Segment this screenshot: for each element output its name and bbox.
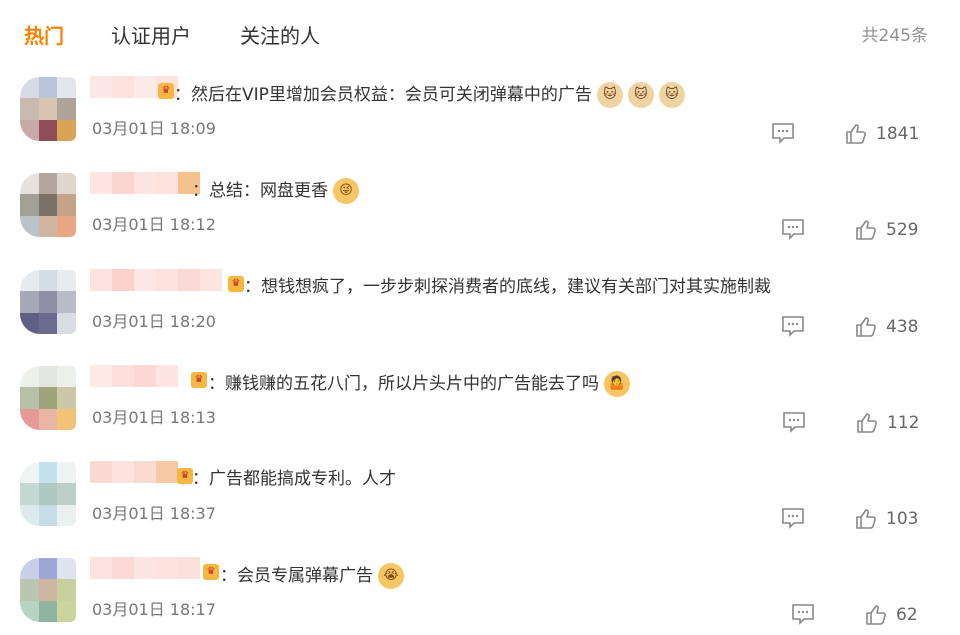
shrug-face-icon: 🤷 [604,371,630,397]
thumbs-up-icon [846,124,866,144]
comment-item: ♛ ：赚钱赚的五花八门，所以片头片中的广告能去了吗 🤷 03月01日 18:13… [0,361,960,457]
thumbs-up-icon [856,220,876,240]
comment-text: ：然后在VIP里增加会员权益：会员可关闭弹幕中的广告 🐱 🐱 🐱 [174,82,685,108]
comment-text: ：想钱想疯了，一步步刺探消费者的底线，建议有关部门对其实施制裁 [244,275,771,299]
comment-time: 03月01日 18:37 [92,504,216,523]
comment-content: ：然后在VIP里增加会员权益：会员可关闭弹幕中的广告 [174,85,592,105]
comment-text: ：赚钱赚的五花八门，所以片头片中的广告能去了吗 🤷 [208,371,630,397]
username-blurred[interactable] [90,172,200,196]
comment-time: 03月01日 18:09 [92,119,216,138]
total-count: 共245条 [861,26,928,46]
like-count: 62 [896,605,918,625]
like-button[interactable]: 103 [855,507,918,531]
comment-time: 03月01日 18:20 [92,312,216,331]
like-count: 112 [887,413,920,433]
like-button[interactable]: 529 [855,218,918,242]
comment-time: 03月01日 18:13 [92,408,216,427]
comment-text: ：会员专属弹幕广告 😭 [220,563,404,589]
comment-tabs: 热门 认证用户 关注的人 共245条 [0,0,960,70]
reply-icon[interactable] [771,122,795,144]
comment-item: ：总结：网盘更香 😜 03月01日 18:12 529 [0,168,960,264]
crown-badge-icon: ♛ [203,564,219,580]
username-blurred[interactable] [90,557,200,581]
like-count: 529 [886,220,919,240]
like-count: 1841 [876,124,920,144]
thumbs-up-icon [866,605,886,625]
cat-face-icon: 🐱 [627,82,654,108]
thumbs-up-icon [856,317,876,337]
comment-content: ：会员专属弹幕广告 [220,566,373,586]
comment-time: 03月01日 18:12 [92,215,216,234]
tab-verified-users[interactable]: 认证用户 [111,22,191,50]
cat-face-icon: 🐱 [658,82,685,108]
like-button[interactable]: 438 [855,315,918,339]
avatar[interactable] [20,558,76,622]
comment-item: ♛ ：想钱想疯了，一步步刺探消费者的底线，建议有关部门对其实施制裁 03月01日… [0,265,960,361]
reply-icon[interactable] [781,315,805,337]
like-count: 103 [886,509,919,529]
cat-face-icon: 🐱 [596,82,623,108]
avatar[interactable] [20,462,76,526]
comment-text: ：广告都能搞成专利。人才 [192,467,396,491]
comment-text: ：总结：网盘更香 😜 [192,178,359,204]
reply-icon[interactable] [782,411,806,433]
like-count: 438 [886,317,919,337]
reply-icon[interactable] [781,218,805,240]
tab-following[interactable]: 关注的人 [240,22,320,50]
reply-icon[interactable] [791,603,815,625]
crown-badge-icon: ♛ [158,83,174,99]
like-button[interactable]: 1841 [845,122,919,146]
reply-icon[interactable] [781,507,805,529]
crown-badge-icon: ♛ [177,468,193,484]
crown-badge-icon: ♛ [191,372,207,388]
thumbs-up-icon [856,509,876,529]
avatar[interactable] [20,173,76,237]
tab-hot[interactable]: 热门 [24,22,64,50]
like-button[interactable]: 112 [856,411,919,435]
username-blurred[interactable] [90,365,178,389]
username-blurred[interactable] [90,269,222,293]
grinning-rainbow-face-icon: 😜 [333,178,359,204]
username-blurred[interactable] [90,461,178,485]
comment-item: ♛ ：广告都能搞成专利。人才 03月01日 18:37 103 [0,457,960,553]
avatar[interactable] [20,77,76,141]
comment-time: 03月01日 18:17 [92,600,216,619]
like-button[interactable]: 62 [865,603,918,627]
comment-content: ：总结：网盘更香 [192,181,328,201]
crown-badge-icon: ♛ [228,276,244,292]
thumbs-up-icon [857,413,877,433]
comment-item: ♛ ：会员专属弹幕广告 😭 03月01日 18:17 62 [0,553,960,635]
comment-item: ♛ ：然后在VIP里增加会员权益：会员可关闭弹幕中的广告 🐱 🐱 🐱 03月01… [0,72,960,168]
comment-content: ：广告都能搞成专利。人才 [192,469,396,489]
crying-face-icon: 😭 [378,563,404,589]
avatar[interactable] [20,270,76,334]
comment-content: ：赚钱赚的五花八门，所以片头片中的广告能去了吗 [208,374,599,394]
comment-content: ：想钱想疯了，一步步刺探消费者的底线，建议有关部门对其实施制裁 [244,277,771,297]
avatar[interactable] [20,366,76,430]
